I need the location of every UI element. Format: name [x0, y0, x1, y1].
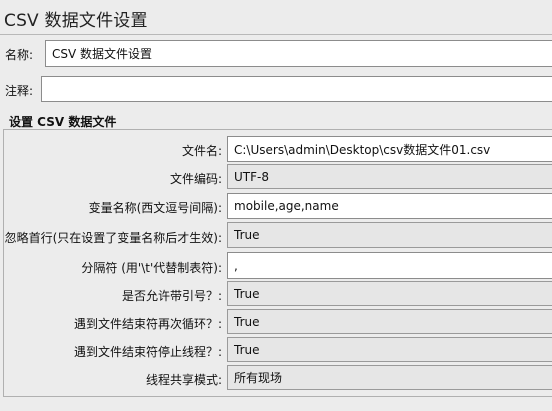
delimiter-input[interactable]: ,	[227, 252, 552, 279]
group-title: 设置 CSV 数据文件	[9, 115, 117, 129]
stop-thread-on-eof-combo[interactable]: True	[227, 337, 552, 362]
ignore-first-line-label: 忽略首行(只在设置了变量名称后才生效):	[4, 231, 222, 245]
variable-names-label: 变量名称(西文逗号间隔):	[88, 201, 222, 215]
variable-names-input[interactable]: mobile,age,name	[227, 193, 552, 219]
name-input[interactable]: CSV 数据文件设置	[45, 40, 552, 67]
allow-quoted-combo[interactable]: True	[227, 281, 552, 306]
panel-title: CSV 数据文件设置	[4, 11, 148, 31]
comment-input[interactable]	[41, 76, 552, 102]
filename-input[interactable]: C:\Users\admin\Desktop\csv数据文件01.csv	[227, 136, 552, 162]
name-label: 名称:	[5, 48, 34, 62]
comment-label: 注释:	[5, 84, 34, 98]
ignore-first-line-combo[interactable]: True	[227, 222, 552, 248]
delimiter-label: 分隔符 (用'\t'代替制表符):	[81, 261, 222, 275]
sharing-mode-label: 线程共享模式:	[145, 373, 222, 387]
recycle-on-eof-combo[interactable]: True	[227, 309, 552, 334]
sharing-mode-combo[interactable]: 所有现场	[227, 365, 552, 390]
encoding-label: 文件编码:	[169, 172, 222, 186]
filename-label: 文件名:	[181, 144, 222, 158]
stop-thread-on-eof-label: 遇到文件结束符停止线程？:	[73, 345, 222, 359]
title-separator	[0, 34, 552, 35]
recycle-on-eof-label: 遇到文件结束符再次循环？:	[73, 317, 222, 331]
encoding-combo[interactable]: UTF-8	[227, 164, 552, 189]
allow-quoted-label: 是否允许带引号？:	[121, 289, 222, 303]
